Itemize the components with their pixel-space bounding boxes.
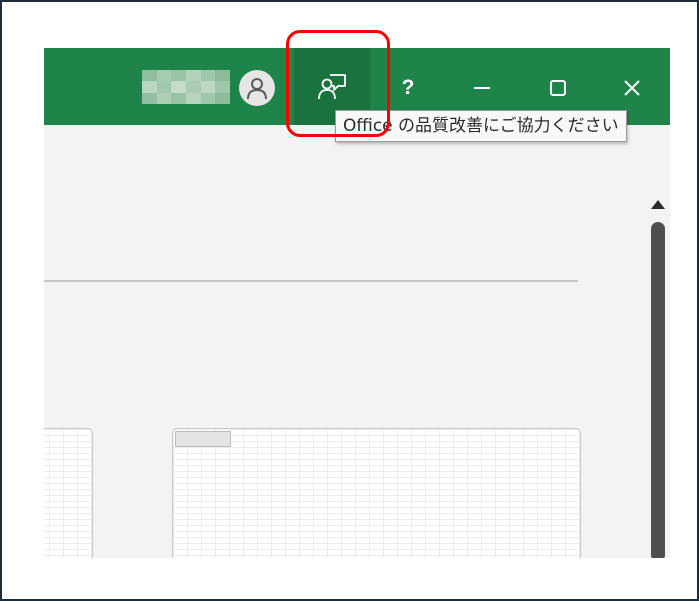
account-avatar[interactable]	[239, 70, 275, 106]
template-thumbnail[interactable]	[44, 428, 93, 558]
feedback-person-icon	[318, 73, 346, 99]
excel-window: ? Office の品質改善にご協力ください	[44, 48, 670, 558]
blurred-user-name[interactable]	[142, 70, 230, 104]
close-icon	[624, 80, 640, 96]
maximize-button[interactable]	[534, 66, 582, 110]
section-divider	[44, 280, 578, 282]
minimize-icon	[474, 87, 490, 89]
vertical-scrollbar[interactable]	[648, 194, 668, 558]
scrollbar-thumb[interactable]	[651, 222, 665, 558]
help-button[interactable]: ?	[384, 66, 432, 110]
close-button[interactable]	[608, 66, 656, 110]
template-thumbnail[interactable]	[172, 428, 581, 558]
screenshot-frame: ? Office の品質改善にご協力ください	[0, 0, 699, 601]
thumbnail-sheet-tab	[175, 431, 231, 447]
scroll-up-arrow-icon[interactable]	[651, 200, 665, 209]
person-icon	[247, 78, 267, 100]
help-label: ?	[401, 76, 415, 99]
maximize-icon	[550, 80, 566, 96]
minimize-button[interactable]	[458, 66, 506, 110]
feedback-tooltip: Office の品質改善にご協力ください	[335, 110, 627, 142]
